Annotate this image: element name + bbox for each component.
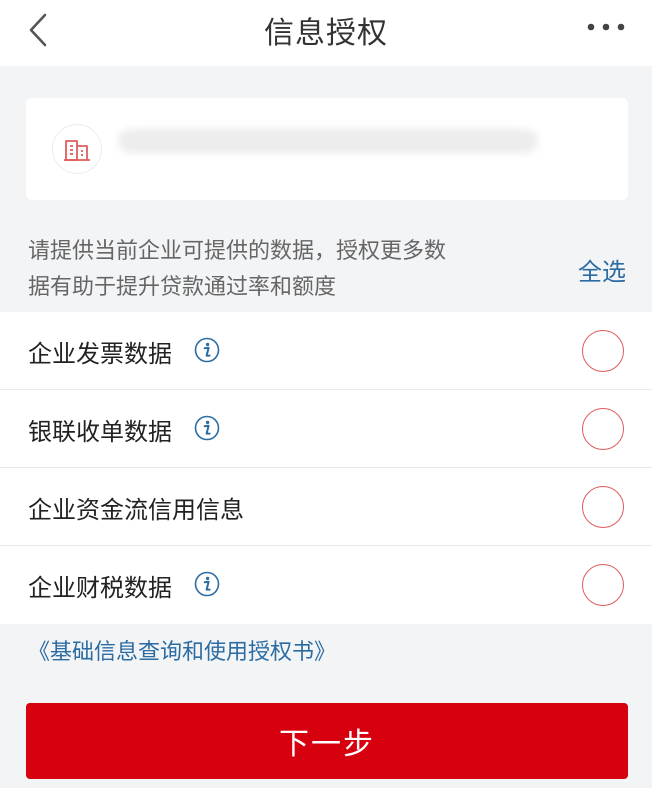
list-item-label: 企业财税数据 <box>28 574 172 602</box>
more-horizontal-icon <box>587 23 625 31</box>
authorization-list: 企业发票数据 银联收单数据 企业资金流信用信息 企业财税数据 <box>0 312 652 624</box>
list-item[interactable]: 银联收单数据 <box>0 390 652 468</box>
top-bar: 信息授权 <box>0 0 652 66</box>
company-card <box>26 98 628 200</box>
list-item-label: 企业发票数据 <box>28 340 172 368</box>
intro-line-1: 请提供当前企业可提供的数据，授权更多数 <box>28 239 447 264</box>
radio-button[interactable] <box>582 486 624 528</box>
radio-button[interactable] <box>582 564 624 606</box>
radio-button[interactable] <box>582 408 624 450</box>
info-icon[interactable] <box>194 571 220 597</box>
building-icon <box>64 140 90 161</box>
company-name-redacted <box>118 129 538 153</box>
info-icon[interactable] <box>194 337 220 363</box>
list-item-label: 银联收单数据 <box>28 418 172 446</box>
select-all-button[interactable]: 全选 <box>578 252 626 287</box>
authorization-agreement-link[interactable]: 《基础信息查询和使用授权书》 <box>28 634 336 666</box>
intro-line-2: 据有助于提升贷款通过率和额度 <box>28 275 337 300</box>
list-item-label: 企业资金流信用信息 <box>28 496 244 524</box>
intro-text: 请提供当前企业可提供的数据，授权更多数 据有助于提升贷款通过率和额度 <box>28 234 508 306</box>
next-step-button[interactable]: 下一步 <box>26 703 628 779</box>
list-item[interactable]: 企业财税数据 <box>0 546 652 624</box>
company-avatar <box>52 124 102 174</box>
more-button[interactable] <box>584 14 628 40</box>
list-item[interactable]: 企业资金流信用信息 <box>0 468 652 546</box>
radio-button[interactable] <box>582 330 624 372</box>
info-icon[interactable] <box>194 415 220 441</box>
list-item[interactable]: 企业发票数据 <box>0 312 652 390</box>
page-title: 信息授权 <box>264 16 388 51</box>
